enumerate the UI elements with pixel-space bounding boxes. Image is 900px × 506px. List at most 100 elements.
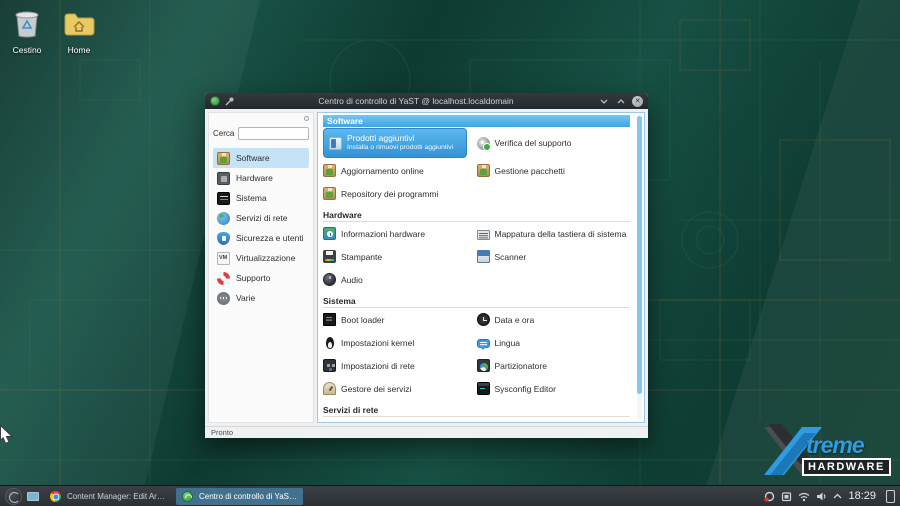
online-update-icon <box>323 164 336 177</box>
module-sysconfig-editor[interactable]: Sysconfig Editor <box>477 377 631 400</box>
module-label: Stampante <box>341 252 382 262</box>
chrome-icon <box>50 490 61 501</box>
logo-treme-text: treme <box>806 432 864 459</box>
search-label: Cerca <box>213 129 234 138</box>
security-users-category-icon <box>217 232 230 245</box>
taskbar-item-yast[interactable]: Centro di controllo di YaST @ local... <box>176 488 303 505</box>
module-lingua[interactable]: Lingua <box>477 331 631 354</box>
clock[interactable]: 18:29 <box>848 490 876 502</box>
sidebar-item-supporto[interactable]: Supporto <box>213 268 309 288</box>
sidebar-item-virtualizzazione[interactable]: Virtualizzazione <box>213 248 309 268</box>
hardware-items: Informazioni hardware Mappatura della ta… <box>323 222 630 291</box>
taskbar-item-content-manager[interactable]: Content Manager: Edit Article - Xtr... <box>44 488 171 505</box>
module-gestore-dei-servizi[interactable]: Gestore dei servizi <box>323 377 477 400</box>
module-label: Sysconfig Editor <box>495 384 556 394</box>
network-services-category-icon <box>217 212 230 225</box>
window-body: Cerca Software Hardware Sistema Servizi … <box>205 109 648 426</box>
module-verifica-del-supporto[interactable]: Verifica del supporto <box>477 127 631 159</box>
module-repository-dei-programmi[interactable]: Repository dei programmi <box>323 182 477 205</box>
sidebar-item-sicurezza-e-utenti[interactable]: Sicurezza e utenti <box>213 228 309 248</box>
module-gestione-pacchetti[interactable]: Gestione pacchetti <box>477 159 631 182</box>
xtreme-hardware-logo: treme HARDWARE <box>762 421 894 483</box>
module-impostazioni-di-rete[interactable]: Impostazioni di rete <box>323 354 477 377</box>
minimize-button[interactable] <box>598 95 610 107</box>
virtualization-category-icon <box>217 252 230 265</box>
hostnames-icon <box>323 422 336 423</box>
vertical-scrollbar[interactable] <box>637 115 642 420</box>
expand-tray-icon[interactable] <box>833 493 842 499</box>
ldap-kerberos-icon <box>477 422 490 423</box>
sidebar-item-label: Software <box>236 153 270 163</box>
section-header-sistema: Sistema <box>323 296 630 308</box>
desktop-icon-label: Home <box>56 45 102 55</box>
module-informazioni-hardware[interactable]: Informazioni hardware <box>323 222 477 245</box>
task-label: Content Manager: Edit Article - Xtr... <box>67 492 166 501</box>
module-label: Impostazioni kernel <box>341 338 414 348</box>
section-header-software: Software <box>323 115 630 127</box>
module-label: Audio <box>341 275 363 285</box>
module-aggiornamento-online[interactable]: Aggiornamento online <box>323 159 477 182</box>
module-mappatura-tastiera[interactable]: Mappatura della tastiera di sistema <box>477 222 631 245</box>
sidebar-item-software[interactable]: Software <box>213 148 309 168</box>
sistema-items: Boot loader Data e ora Impostazioni kern… <box>323 308 630 400</box>
system-tray: 18:29 <box>764 490 895 503</box>
mouse-cursor <box>0 425 13 444</box>
close-button[interactable]: ✕ <box>632 96 643 107</box>
volume-icon[interactable] <box>816 491 827 502</box>
module-stampante[interactable]: Stampante <box>323 245 477 268</box>
sidebar-item-label: Hardware <box>236 173 273 183</box>
servizi-items: Nomi host LDAP e Kerberos <box>323 417 630 423</box>
module-label: Informazioni hardware <box>341 229 425 239</box>
module-audio[interactable]: Audio <box>323 268 477 291</box>
module-label: Boot loader <box>341 315 384 325</box>
desktop-icon-label: Cestino <box>4 45 50 55</box>
splitter-handle-icon[interactable] <box>304 116 309 121</box>
device-notifier-icon[interactable] <box>781 491 792 502</box>
module-label: Impostazioni di rete <box>341 361 415 371</box>
titlebar[interactable]: Centro di controllo di YaST @ localhost.… <box>205 93 648 109</box>
module-scanner[interactable]: Scanner <box>477 245 631 268</box>
sidebar: Cerca Software Hardware Sistema Servizi … <box>208 112 314 423</box>
bootloader-icon <box>323 313 336 326</box>
desktop-icon-home[interactable]: Home <box>56 8 102 55</box>
system-category-icon <box>217 192 230 205</box>
application-launcher-icon[interactable] <box>5 488 22 505</box>
trash-icon <box>13 8 41 38</box>
module-label: Gestore dei servizi <box>341 384 411 394</box>
section-header-servizi-di-rete: Servizi di rete <box>323 405 630 417</box>
wifi-icon[interactable] <box>798 491 810 502</box>
scrollbar-thumb[interactable] <box>637 116 642 394</box>
pin-icon[interactable] <box>225 97 234 106</box>
maximize-button[interactable] <box>615 95 627 107</box>
module-label: Partizionatore <box>495 361 547 371</box>
sidebar-item-label: Servizi di rete <box>236 213 288 223</box>
module-subtitle: Installa o rimuovi prodotti aggiuntivi <box>347 144 453 152</box>
module-prodotti-aggiuntivi[interactable]: Prodotti aggiuntivi Installa o rimuovi p… <box>323 128 467 158</box>
audio-icon <box>323 273 336 286</box>
updates-tray-icon[interactable] <box>764 491 775 502</box>
module-boot-loader[interactable]: Boot loader <box>323 308 477 331</box>
yast-app-icon <box>210 96 220 106</box>
network-settings-icon <box>323 359 336 372</box>
sidebar-item-hardware[interactable]: Hardware <box>213 168 309 188</box>
module-partizionatore[interactable]: Partizionatore <box>477 354 631 377</box>
taskbar: Content Manager: Edit Article - Xtr... C… <box>0 485 900 506</box>
language-icon <box>477 339 490 348</box>
virtual-desktop-pager[interactable] <box>27 492 39 501</box>
sidebar-item-servizi-di-rete[interactable]: Servizi di rete <box>213 208 309 228</box>
module-impostazioni-kernel[interactable]: Impostazioni kernel <box>323 331 477 354</box>
module-nomi-host[interactable]: Nomi host <box>323 417 477 423</box>
yast-control-center-window: Centro di controllo di YaST @ localhost.… <box>205 93 648 438</box>
panel-toolbox-icon[interactable] <box>886 490 895 503</box>
desktop-icon-trash[interactable]: Cestino <box>4 8 50 55</box>
search-input[interactable] <box>238 127 309 140</box>
module-list-pane: Software Prodotti aggiuntivi Installa o … <box>317 112 645 423</box>
module-label: Lingua <box>495 338 521 348</box>
sidebar-item-label: Supporto <box>236 273 271 283</box>
sidebar-item-sistema[interactable]: Sistema <box>213 188 309 208</box>
sidebar-item-varie[interactable]: Varie <box>213 288 309 308</box>
module-ldap-e-kerberos[interactable]: LDAP e Kerberos <box>477 417 631 423</box>
section-header-hardware: Hardware <box>323 210 630 222</box>
status-bar: Pronto <box>205 426 648 438</box>
module-data-e-ora[interactable]: Data e ora <box>477 308 631 331</box>
